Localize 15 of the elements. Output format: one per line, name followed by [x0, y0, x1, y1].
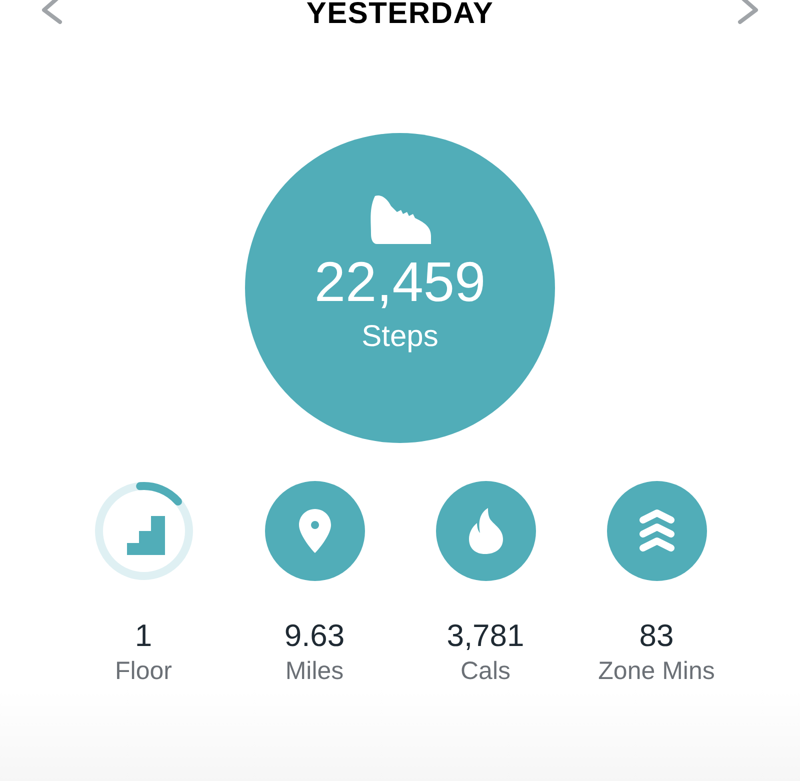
location-pin-icon: [298, 508, 332, 554]
stat-value: 1: [134, 620, 152, 651]
day-title: YESTERDAY: [306, 0, 494, 29]
stat-label: Floor: [115, 659, 172, 684]
flame-icon: [468, 507, 504, 555]
steps-label: Steps: [362, 322, 438, 352]
stairs-icon: [126, 515, 166, 555]
stat-label: Cals: [460, 659, 510, 684]
stat-label: Zone Mins: [598, 659, 715, 684]
steps-value: 22,459: [314, 254, 486, 310]
chevrons-up-icon: [638, 508, 674, 554]
stat-value: 83: [639, 620, 674, 651]
stat-label: Miles: [285, 659, 344, 684]
stat-value: 3,781: [446, 620, 524, 651]
stat-value: 9.63: [284, 620, 345, 651]
